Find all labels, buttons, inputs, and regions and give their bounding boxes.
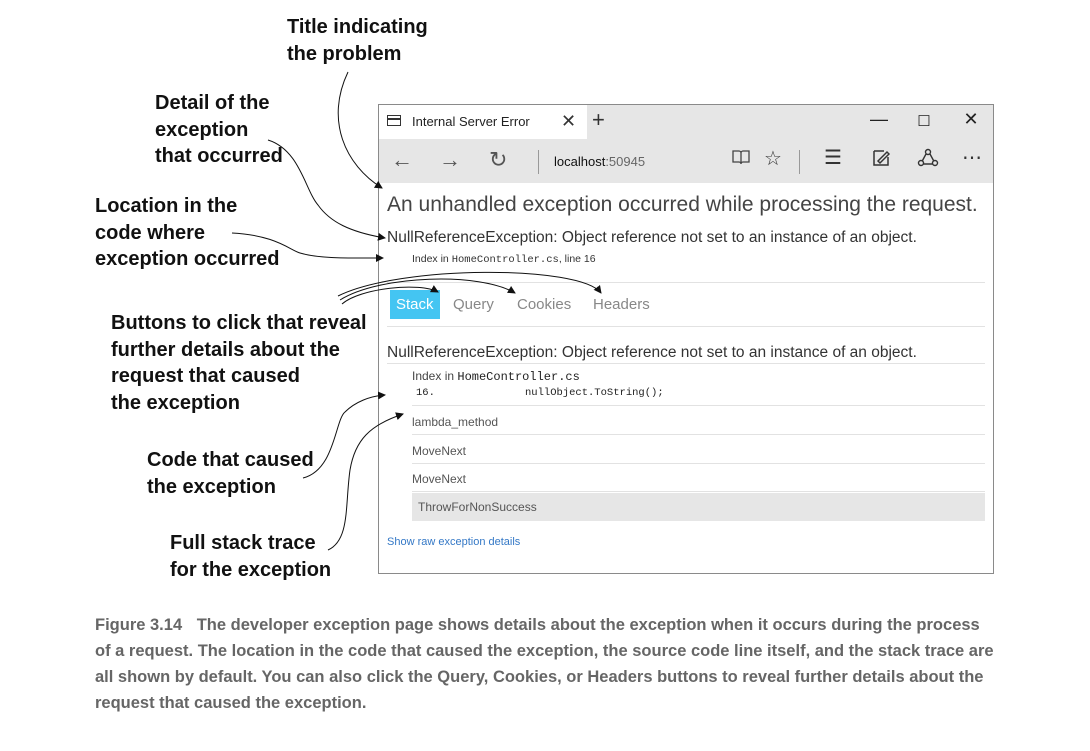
back-arrow-icon[interactable]: ← <box>391 147 413 173</box>
callout-line: Title indicating <box>287 16 428 38</box>
stack-frame[interactable]: lambda_method <box>412 410 985 434</box>
code-line-text: nullObject.ToString(); <box>525 387 664 399</box>
tab-cookies[interactable]: Cookies <box>511 290 577 319</box>
caption-text: The developer exception page shows detai… <box>95 616 994 712</box>
tab-stack[interactable]: Stack <box>390 290 440 319</box>
url-host: localhost <box>554 154 606 169</box>
tab-query[interactable]: Query <box>447 290 500 319</box>
forward-arrow-icon[interactable]: → <box>439 147 461 173</box>
stack-frame[interactable]: MoveNext <box>412 439 985 463</box>
callout-line: the problem <box>287 42 402 65</box>
tab-title: Internal Server Error <box>412 114 530 129</box>
toolbar-separator <box>799 150 800 174</box>
share-icon[interactable] <box>917 148 939 174</box>
address-bar: ← → ↻ localhost:50945 ☆ ☰ ⋯ <box>379 139 993 184</box>
divider <box>387 326 985 327</box>
callout-line: further details about the <box>111 338 340 361</box>
favorite-star-icon[interactable]: ☆ <box>764 146 782 171</box>
callout-line: request that caused <box>111 365 300 387</box>
exception-location: Index in HomeController.cs, line 16 <box>412 253 596 266</box>
tab-close-icon[interactable]: ✕ <box>561 111 576 132</box>
callout-line: Full stack trace <box>170 532 316 554</box>
close-window-button[interactable]: ✕ <box>956 109 986 130</box>
page-title: An unhandled exception occurred while pr… <box>387 193 978 216</box>
callout-line: Detail of the <box>155 92 270 114</box>
callout-line: exception occurred <box>95 248 280 270</box>
stack-frame-source[interactable]: Index in HomeController.cs <box>412 369 985 384</box>
callout-stack: Full stack trace for the exception <box>170 530 331 583</box>
stack-exception-title: NullReferenceException: Object reference… <box>387 344 917 361</box>
new-tab-button[interactable]: + <box>592 107 605 133</box>
divider <box>412 463 985 464</box>
callout-line: that occurred <box>155 145 283 167</box>
divider <box>387 363 985 364</box>
divider <box>387 282 985 283</box>
callout-line: Code that caused <box>147 449 314 471</box>
title-bar: Internal Server Error ✕ + — ☐ ✕ <box>379 105 993 139</box>
callout-line: code where <box>95 221 206 244</box>
callout-title: Title indicating the problem <box>287 14 428 67</box>
page-icon <box>387 115 401 126</box>
stack-frame[interactable]: ThrowForNonSuccess <box>412 493 985 521</box>
callout-buttons: Buttons to click that reveal further det… <box>111 310 367 416</box>
callout-detail: Detail of the exception that occurred <box>155 90 283 170</box>
frame-file: HomeController.cs <box>457 370 580 384</box>
more-icon[interactable]: ⋯ <box>962 145 982 170</box>
leader-detail <box>267 139 386 241</box>
page-content: An unhandled exception occurred while pr… <box>379 183 993 573</box>
url-port: :50945 <box>605 154 646 169</box>
figure-caption: Figure 3.14 The developer exception page… <box>95 612 995 716</box>
minimize-button[interactable]: — <box>864 109 894 130</box>
code-line-number: 16. <box>416 387 435 399</box>
divider <box>412 491 985 492</box>
leader-title <box>337 71 383 189</box>
hub-icon[interactable]: ☰ <box>824 145 842 170</box>
location-prefix: Index in <box>412 253 452 265</box>
stack-frame[interactable]: MoveNext <box>412 467 985 491</box>
callout-line: the exception <box>111 391 240 414</box>
browser-tab[interactable]: Internal Server Error ✕ <box>379 105 587 139</box>
exception-title: NullReferenceException: Object reference… <box>387 229 917 246</box>
callout-line: Location in the <box>95 195 238 217</box>
callout-code: Code that caused the exception <box>147 447 314 500</box>
address-separator <box>538 150 539 174</box>
web-note-icon[interactable] <box>871 148 891 174</box>
figure-number: Figure 3.14 <box>95 616 183 634</box>
browser-window: Internal Server Error ✕ + — ☐ ✕ ← → ↻ lo… <box>378 104 994 574</box>
reading-view-icon[interactable] <box>731 148 751 172</box>
callout-line: the exception <box>147 475 276 498</box>
tab-headers[interactable]: Headers <box>587 290 656 319</box>
divider <box>412 434 985 435</box>
refresh-icon[interactable]: ↻ <box>489 147 507 173</box>
callout-location: Location in the code where exception occ… <box>95 193 280 273</box>
callout-line: exception <box>155 118 249 141</box>
callout-line: for the exception <box>170 558 332 581</box>
callout-line: Buttons to click that reveal <box>111 312 367 334</box>
location-suffix: , line 16 <box>558 253 596 265</box>
location-file: HomeController.cs <box>451 254 559 266</box>
maximize-button[interactable]: ☐ <box>909 112 939 130</box>
raw-exception-link[interactable]: Show raw exception details <box>387 536 520 548</box>
url-field[interactable]: localhost:50945 <box>554 154 645 169</box>
frame-prefix: Index in <box>412 369 458 383</box>
divider <box>412 405 985 406</box>
